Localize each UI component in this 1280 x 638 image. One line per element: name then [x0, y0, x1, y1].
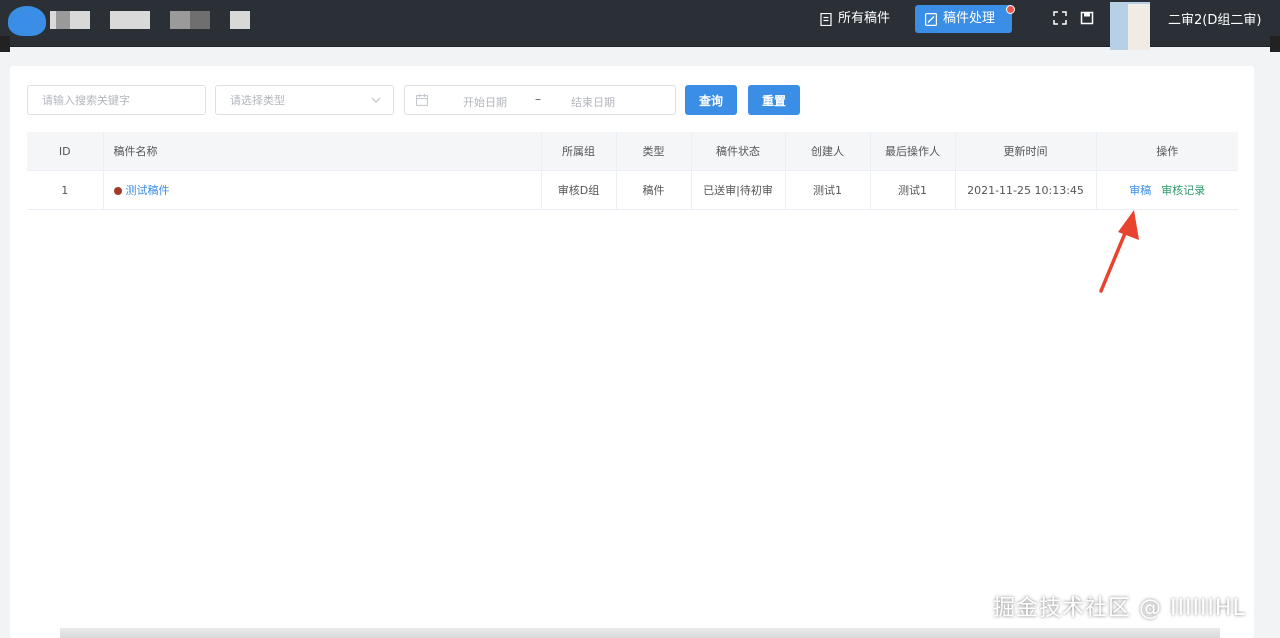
column-header-name: 稿件名称 — [103, 132, 542, 171]
cell-id: 1 — [27, 170, 104, 210]
column-header-updated-at: 更新时间 — [955, 132, 1097, 171]
cell-actions: 审稿 审核记录 — [1096, 170, 1238, 210]
table-header-row: ID 稿件名称 所属组 类型 稿件状态 创建人 最后操作人 更新时间 操作 — [27, 132, 1238, 171]
notification-dot — [1006, 5, 1015, 14]
blurred-app-title-part — [110, 11, 150, 29]
cell-updated-at: 2021-11-25 10:13:45 — [955, 170, 1097, 210]
nav-all-manuscripts-label: 所有稿件 — [838, 11, 891, 26]
document-icon — [820, 12, 832, 26]
user-avatar-inner — [1128, 4, 1150, 50]
cell-group: 审核D组 — [541, 170, 617, 210]
date-range-separator: – — [535, 92, 541, 106]
fullscreen-icon[interactable] — [1053, 11, 1067, 25]
manuscript-table: ID 稿件名称 所属组 类型 稿件状态 创建人 最后操作人 更新时间 操作 1 … — [27, 132, 1238, 210]
column-header-status: 稿件状态 — [691, 132, 786, 171]
column-header-creator: 创建人 — [785, 132, 871, 171]
column-header-last-operator: 最后操作人 — [870, 132, 956, 171]
bottom-edge-shadow — [60, 628, 1220, 638]
cell-status: 已送审|待初审 — [691, 170, 786, 210]
blurred-app-title-part — [230, 11, 250, 29]
annotation-arrow-icon — [1099, 210, 1139, 293]
blurred-app-title-part — [56, 11, 70, 29]
review-link[interactable]: 审稿 — [1129, 184, 1151, 197]
cell-name: 测试稿件 — [103, 170, 542, 210]
table-row: 1 测试稿件 审核D组 稿件 已送审|待初审 测试1 测试1 2021-11-2… — [27, 170, 1238, 210]
window-edge — [0, 36, 10, 52]
column-header-actions: 操作 — [1096, 132, 1238, 171]
start-date-input[interactable]: 开始日期 — [445, 94, 525, 110]
watermark-text: 掘金技术社区 @ IIIIIIHL — [993, 596, 1246, 621]
nav-manuscript-processing[interactable]: 稿件处理 — [915, 5, 1015, 33]
calendar-icon — [416, 94, 428, 106]
top-nav-bar: 所有稿件 稿件处理 二审2(D组二审) — [0, 0, 1280, 50]
column-header-group: 所属组 — [541, 132, 617, 171]
main-content-card: 开始日期 – 结束日期 查询 重置 ID 稿件名称 所属组 类型 稿件状态 创建… — [10, 66, 1254, 638]
cell-last-operator: 测试1 — [870, 170, 956, 210]
cell-creator: 测试1 — [785, 170, 871, 210]
column-header-type: 类型 — [616, 132, 692, 171]
blurred-app-title-part — [190, 11, 210, 29]
nav-all-manuscripts[interactable]: 所有稿件 — [810, 5, 900, 33]
reset-button[interactable]: 重置 — [748, 85, 800, 115]
status-dot-icon — [113, 187, 122, 195]
window-edge — [1270, 36, 1280, 52]
chevron-down-icon — [371, 97, 381, 103]
blurred-app-title-part — [170, 11, 190, 29]
cell-type: 稿件 — [616, 170, 692, 210]
keyword-search-field[interactable] — [27, 85, 206, 115]
save-icon[interactable] — [1080, 11, 1094, 25]
date-range-picker[interactable]: 开始日期 – 结束日期 — [404, 85, 676, 115]
review-log-link[interactable]: 审核记录 — [1161, 184, 1205, 197]
keyword-search-input[interactable] — [28, 86, 205, 114]
app-logo[interactable] — [8, 6, 46, 36]
type-select-input[interactable] — [216, 86, 393, 114]
user-name[interactable]: 二审2(D组二审) — [1168, 9, 1261, 28]
nav-manuscript-processing-label: 稿件处理 — [943, 11, 996, 26]
column-header-id: ID — [27, 132, 104, 171]
edit-document-icon — [925, 12, 937, 26]
type-select[interactable] — [215, 85, 394, 115]
query-button[interactable]: 查询 — [685, 85, 737, 115]
end-date-input[interactable]: 结束日期 — [553, 94, 633, 110]
manuscript-name-link[interactable]: 测试稿件 — [126, 184, 170, 197]
